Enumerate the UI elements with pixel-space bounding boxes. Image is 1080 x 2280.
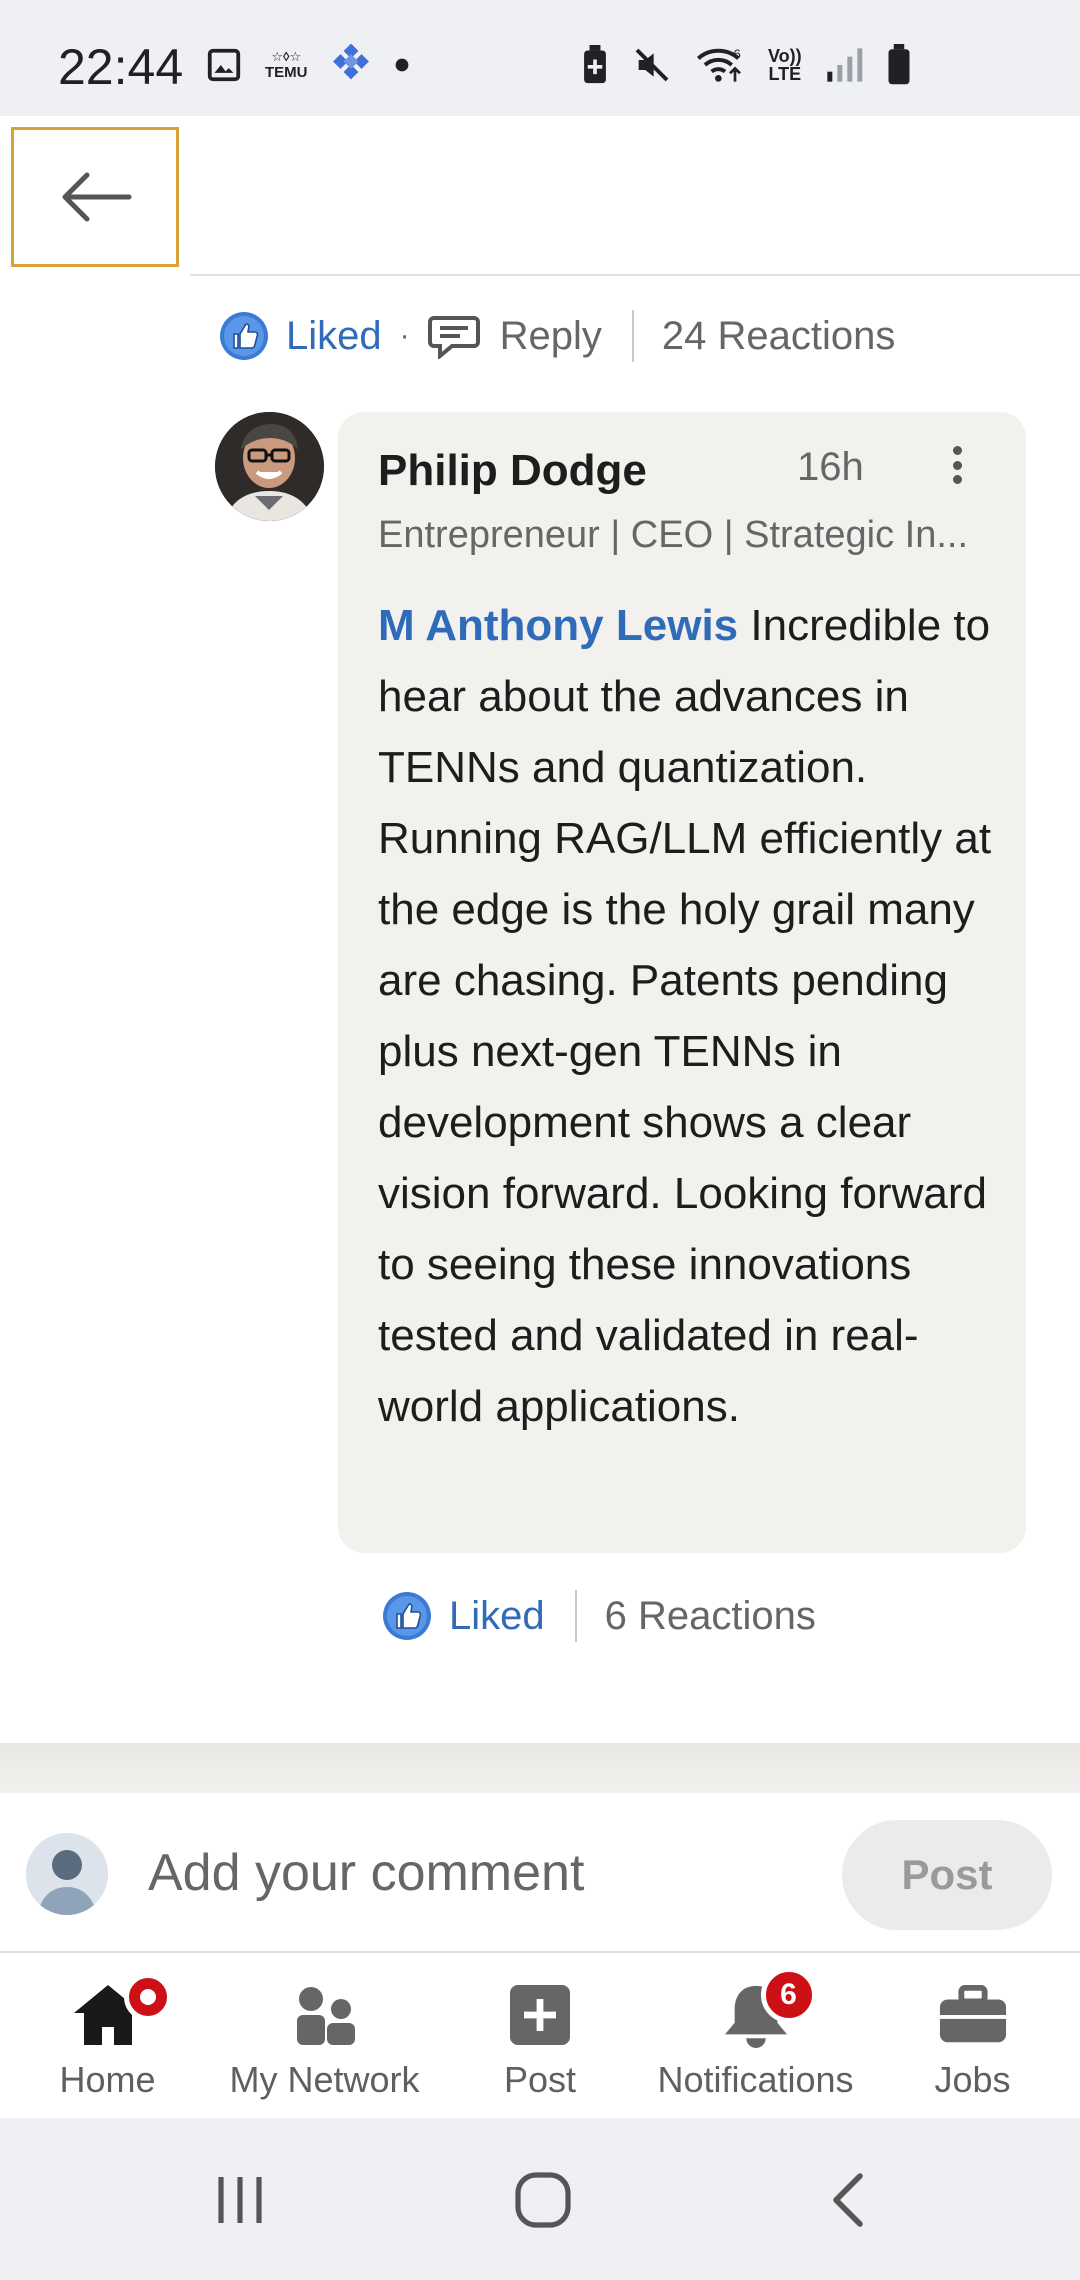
nav-post[interactable]: Post bbox=[490, 1975, 590, 2105]
arrow-left-icon bbox=[62, 172, 132, 222]
comment-input[interactable] bbox=[148, 1838, 798, 1908]
back-button[interactable] bbox=[11, 127, 179, 267]
mute-icon bbox=[635, 48, 669, 82]
comment-body: Incredible to hear about the advances in… bbox=[378, 601, 992, 1431]
chevron-left-icon bbox=[833, 2173, 863, 2227]
notifications-badge: 6 bbox=[760, 1967, 817, 2023]
volte-icon: Vo)) LTE bbox=[768, 46, 802, 84]
home-system-button[interactable] bbox=[508, 2170, 578, 2230]
nav-my-network-label: My Network bbox=[229, 2059, 420, 2100]
back-system-button[interactable] bbox=[818, 2170, 878, 2230]
person-silhouette-icon bbox=[26, 1833, 108, 1915]
status-bar: 22:44 ☆◊☆ TEMU 6 Vo)) LTE bbox=[0, 0, 1080, 116]
battery-icon bbox=[888, 44, 910, 85]
signal-icon bbox=[826, 48, 862, 82]
nav-notifications[interactable]: 6 Notifications bbox=[648, 1967, 863, 2105]
dot-icon bbox=[395, 58, 408, 72]
reactions-count[interactable]: 6 Reactions bbox=[605, 1594, 816, 1639]
app-grid-icon bbox=[332, 44, 369, 80]
thumbs-up-icon bbox=[383, 1592, 431, 1640]
more-options-icon[interactable] bbox=[942, 440, 972, 490]
thumbs-up-icon bbox=[220, 312, 268, 360]
post-button[interactable]: Post bbox=[842, 1820, 1052, 1930]
briefcase-icon bbox=[939, 1985, 1006, 2043]
liked-label: Liked bbox=[449, 1593, 545, 1638]
my-avatar bbox=[26, 1833, 108, 1915]
nav-post-label: Post bbox=[503, 2059, 577, 2100]
divider bbox=[190, 274, 1080, 276]
like-button[interactable]: Liked bbox=[220, 312, 382, 360]
person-photo-icon bbox=[215, 412, 324, 521]
reply-button[interactable]: Reply bbox=[427, 313, 602, 359]
comment-time: 16h bbox=[797, 445, 864, 489]
svg-text:6: 6 bbox=[733, 46, 740, 61]
nav-jobs-label: Jobs bbox=[934, 2059, 1011, 2100]
wifi-icon: 6 bbox=[697, 46, 741, 82]
comment-actions: Liked 6 Reactions bbox=[383, 1586, 816, 1646]
mention-link[interactable]: M Anthony Lewis bbox=[378, 601, 738, 650]
battery-saver-icon bbox=[584, 45, 606, 84]
section-divider bbox=[0, 1743, 1080, 1793]
recents-icon bbox=[218, 2177, 262, 2223]
reactions-count[interactable]: 24 Reactions bbox=[662, 314, 895, 359]
vertical-divider bbox=[574, 1590, 577, 1642]
reply-label: Reply bbox=[499, 313, 602, 358]
vertical-divider bbox=[631, 310, 634, 362]
nav-my-network[interactable]: My Network bbox=[222, 1975, 427, 2105]
commenter-name[interactable]: Philip Dodge bbox=[378, 446, 647, 496]
status-left-icons: ☆◊☆ TEMU bbox=[205, 44, 410, 86]
nav-jobs[interactable]: Jobs bbox=[920, 1975, 1025, 2105]
comment-text: M Anthony Lewis Incredible to hear about… bbox=[378, 590, 998, 1442]
status-time: 22:44 bbox=[58, 39, 184, 95]
network-icon bbox=[296, 1987, 355, 2045]
speech-bubble-icon bbox=[427, 316, 480, 359]
image-icon bbox=[207, 48, 241, 82]
temu-icon: ☆◊☆ TEMU bbox=[265, 49, 308, 81]
liked-label: Liked bbox=[286, 313, 382, 358]
home-badge bbox=[123, 1973, 172, 2021]
nav-notifications-label: Notifications bbox=[657, 2059, 854, 2100]
commenter-avatar[interactable] bbox=[215, 412, 324, 521]
nav-home[interactable]: Home bbox=[40, 1973, 175, 2105]
status-right-icons: 6 Vo)) LTE bbox=[580, 44, 912, 86]
home-circle-icon bbox=[515, 2172, 571, 2228]
parent-comment-actions: Liked · Reply 24 Reactions bbox=[220, 306, 895, 366]
commenter-headline: Entrepreneur | CEO | Strategic In... bbox=[378, 514, 969, 556]
recent-apps-button[interactable] bbox=[210, 2170, 270, 2230]
post-icon bbox=[510, 1985, 570, 2045]
nav-home-label: Home bbox=[59, 2059, 156, 2100]
like-button[interactable]: Liked bbox=[383, 1592, 545, 1640]
separator-dot: · bbox=[399, 319, 410, 352]
